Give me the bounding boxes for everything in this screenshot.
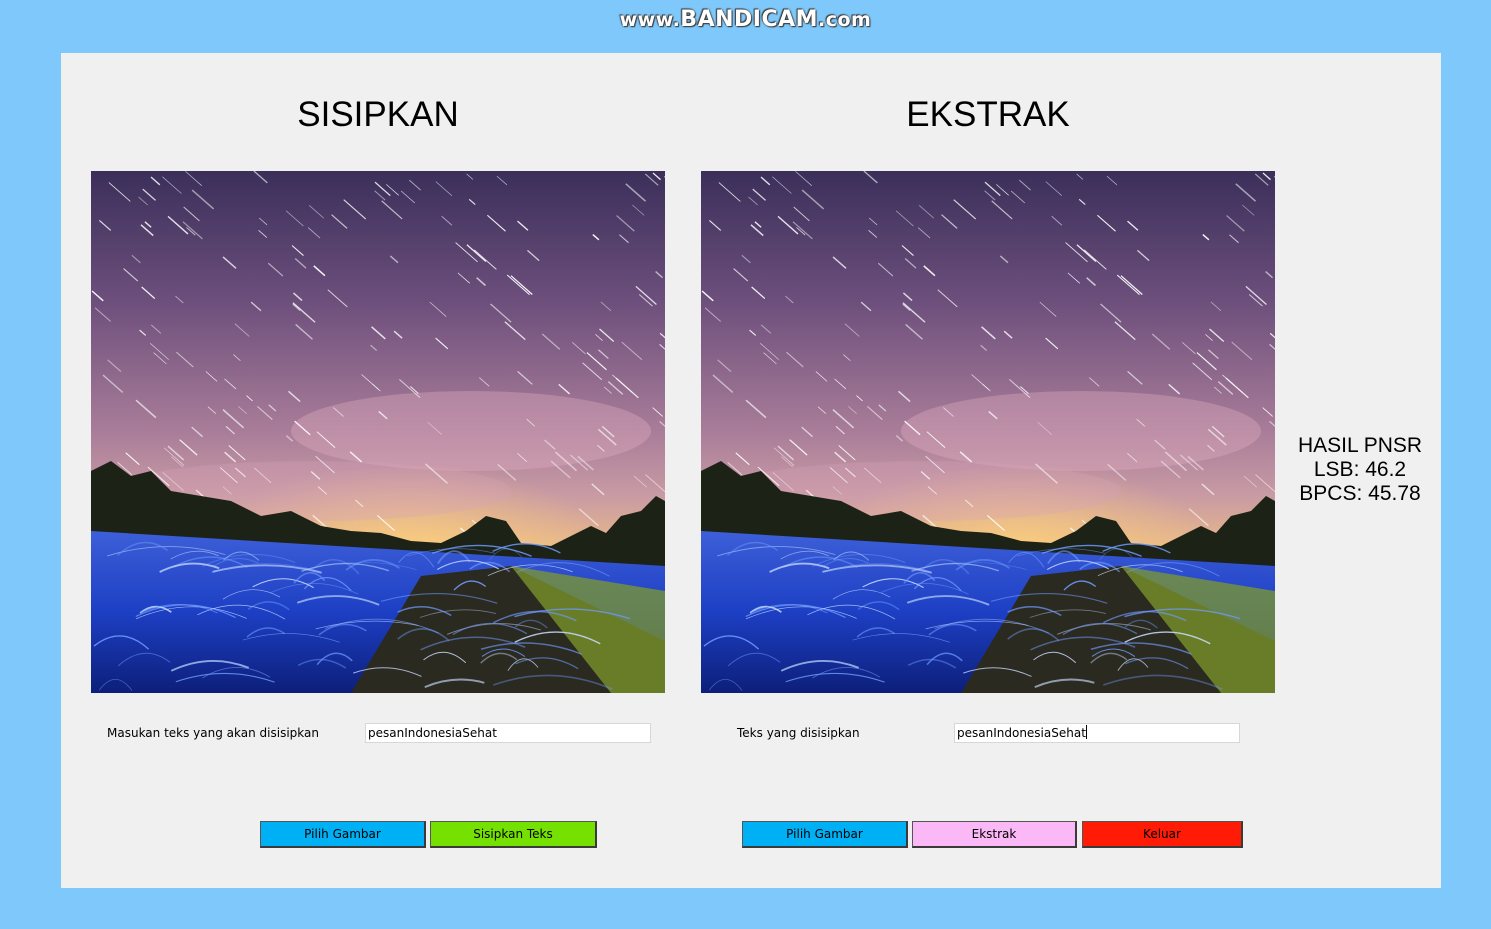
watermark-prefix: www. bbox=[619, 9, 681, 31]
psnr-bpcs-value: BPCS: 45.78 bbox=[1299, 482, 1421, 505]
embed-panel-title: SISIPKAN bbox=[297, 95, 459, 134]
text-caret bbox=[1085, 725, 1087, 739]
extracted-text-value: pesanIndonesiaSehat bbox=[957, 726, 1086, 740]
psnr-lsb-value: LSB: 46.2 bbox=[1313, 458, 1407, 481]
bandicam-watermark: www.BANDICAM.com bbox=[0, 7, 1491, 32]
extract-panel-title: EKSTRAK bbox=[906, 95, 1070, 134]
choose-cover-image-button[interactable]: Pilih Gambar bbox=[260, 821, 426, 848]
cover-image bbox=[91, 171, 665, 693]
choose-stego-image-button[interactable]: Pilih Gambar bbox=[742, 821, 908, 848]
app-window: SISIPKAN EKSTRAK Masukan teks yang akan … bbox=[61, 53, 1441, 888]
embed-text-value: pesanIndonesiaSehat bbox=[368, 726, 497, 740]
exit-button[interactable]: Keluar bbox=[1082, 821, 1243, 848]
embed-text-button[interactable]: Sisipkan Teks bbox=[430, 821, 597, 848]
extract-button[interactable]: Ekstrak bbox=[912, 821, 1077, 848]
watermark-brand: BANDICAM bbox=[680, 7, 819, 32]
watermark-suffix: .com bbox=[818, 9, 872, 31]
embed-text-label: Masukan teks yang akan disisipkan bbox=[107, 726, 319, 740]
stego-image bbox=[701, 171, 1275, 693]
embed-text-input[interactable]: pesanIndonesiaSehat bbox=[365, 723, 651, 743]
extracted-text-label: Teks yang disisipkan bbox=[737, 726, 860, 740]
psnr-heading: HASIL PNSR bbox=[1297, 434, 1423, 457]
psnr-results: HASIL PNSR LSB: 46.2 BPCS: 45.78 bbox=[1285, 434, 1435, 506]
extracted-text-input[interactable]: pesanIndonesiaSehat bbox=[954, 723, 1240, 743]
